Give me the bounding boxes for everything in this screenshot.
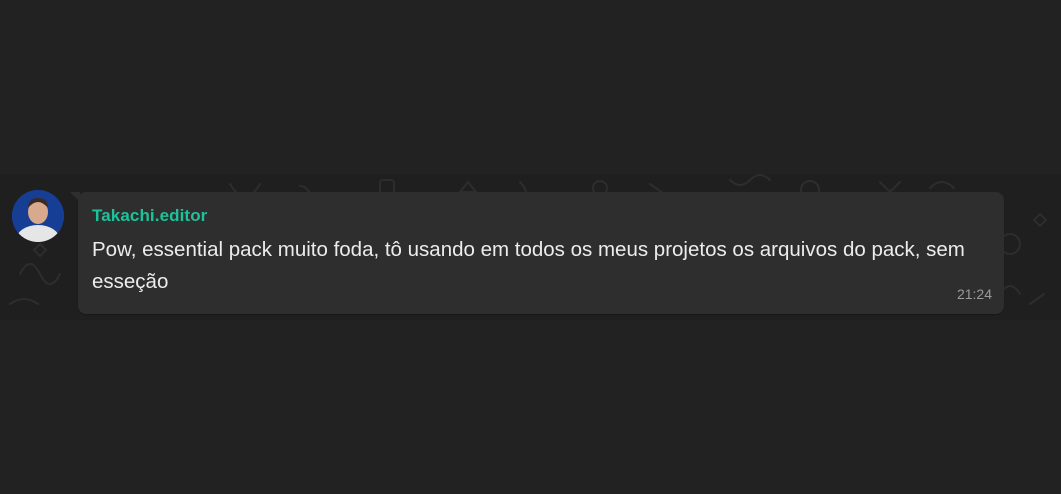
chat-screen: Takachi.editor Pow, essential pack muito… (0, 0, 1061, 494)
sender-avatar[interactable] (12, 190, 64, 242)
message-text: Pow, essential pack muito foda, tô usand… (92, 238, 965, 293)
message-timestamp: 21:24 (956, 286, 992, 302)
sender-name[interactable]: Takachi.editor (92, 206, 207, 226)
message-bubble[interactable]: Takachi.editor Pow, essential pack muito… (78, 192, 1004, 314)
user-avatar-icon (12, 190, 64, 242)
